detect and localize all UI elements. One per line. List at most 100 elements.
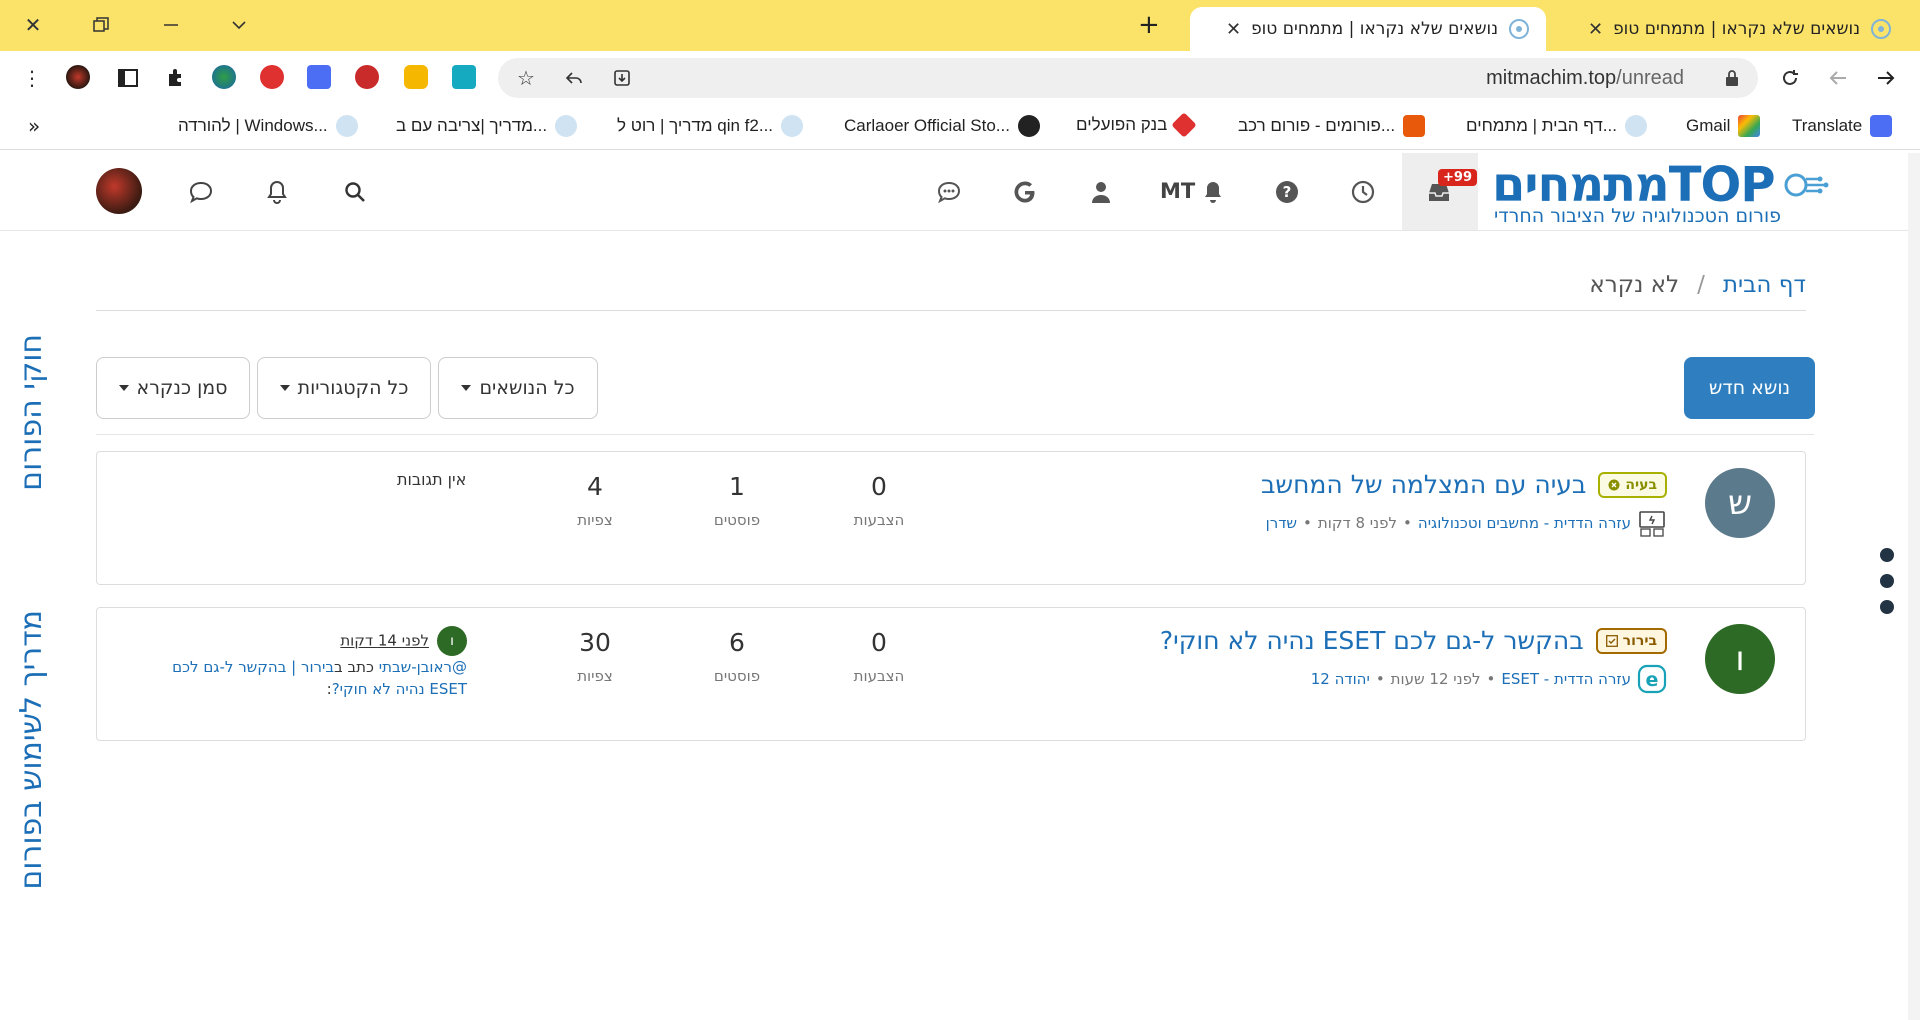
new-topic-button[interactable]: נושא חדש (1684, 357, 1815, 419)
extension-adblock-icon[interactable] (355, 65, 379, 89)
reply-author-avatar[interactable]: ו (437, 626, 467, 656)
topic-author[interactable]: יהודה 12 (1311, 670, 1370, 688)
all-categories-dropdown[interactable]: כל הקטגוריות (257, 357, 431, 419)
user-avatar[interactable] (96, 168, 142, 214)
votes-count: 0 (871, 628, 887, 657)
eset-category-icon: e (1637, 664, 1667, 694)
forum-rules-link[interactable]: חוקי הפורום (14, 334, 49, 491)
topic-category[interactable]: עזרה הדדית - ESET (1501, 670, 1631, 688)
google-g-icon[interactable] (1010, 177, 1040, 207)
site-favicon-icon (1624, 115, 1647, 137)
votes-label: הצבעות (853, 511, 905, 529)
extensions-puzzle-icon[interactable] (162, 64, 190, 92)
forward-arrow-icon[interactable] (1824, 64, 1852, 92)
last-reply-teaser: ולפני 14 דקות @ראובן-שבתי כתב בבירור | ב… (157, 626, 467, 700)
chat-icon[interactable] (186, 177, 216, 207)
alert-bell-icon[interactable] (1198, 177, 1228, 207)
nav-dot[interactable] (1880, 574, 1894, 588)
meta-separator: • (1403, 514, 1412, 532)
page-nav-dots[interactable] (1880, 548, 1894, 626)
computer-category-icon (1637, 508, 1667, 538)
badge-label: בעיה (1625, 476, 1657, 493)
bookmark-item[interactable]: Translate (1792, 115, 1893, 137)
site-favicon-icon (1508, 18, 1530, 40)
tab-inactive[interactable]: נושאים שלא נקראו | מתמחים טופ ✕ (1552, 7, 1908, 51)
breadcrumb-current: לא נקרא (1589, 272, 1680, 298)
extension-globe-icon[interactable] (212, 65, 236, 89)
breadcrumb-separator: / (1697, 272, 1705, 298)
help-question-icon[interactable]: ? (1272, 177, 1302, 207)
topic-row[interactable]: ש בעיה בעיה עם המצלמה של המחשב עזרה הדדי… (96, 451, 1806, 585)
nav-dot[interactable] (1880, 548, 1894, 562)
bookmark-item[interactable]: להורדה | Windows... (178, 115, 358, 137)
tab-search-chevron-icon[interactable] (222, 8, 256, 42)
tab-close-icon[interactable]: ✕ (1588, 19, 1603, 40)
gmail-icon (1738, 115, 1761, 137)
extension-coins-icon[interactable] (404, 65, 428, 89)
menu-kebab-icon[interactable]: ⋮ (18, 64, 46, 92)
address-bar[interactable]: ☆ mitmachim.top/unread (498, 58, 1758, 98)
share-icon[interactable] (560, 64, 588, 92)
topic-title[interactable]: בהקשר ל-גם לכם ESET נהיה לא חוקי? (1160, 626, 1584, 655)
tab-active[interactable]: נושאים שלא נקראו | מתמחים טופ ✕ (1190, 7, 1546, 51)
forum-guide-link[interactable]: מדריך לשימוש בפורום (14, 610, 49, 890)
recent-clock-icon[interactable] (1348, 177, 1378, 207)
posts-stat: 6 פוסטים (687, 628, 787, 685)
topic-title[interactable]: בעיה עם המצלמה של המחשב (1261, 470, 1586, 499)
meta-separator: • (1303, 514, 1312, 532)
minimize-window-icon[interactable] (154, 8, 188, 42)
views-stat: 4 צפיות (545, 472, 645, 529)
extension-z-icon[interactable] (452, 65, 476, 89)
notifications-bell-icon[interactable] (262, 177, 292, 207)
reload-icon[interactable] (1776, 64, 1804, 92)
reply-time-link[interactable]: לפני 14 דקות (340, 632, 429, 650)
bookmark-item[interactable]: מדריך | רוט ל qin f2... (617, 115, 804, 137)
install-app-icon[interactable] (608, 64, 636, 92)
tab-close-icon[interactable]: ✕ (1226, 19, 1241, 40)
user-icon[interactable] (1086, 177, 1116, 207)
topic-author-avatar[interactable]: ו (1705, 624, 1775, 694)
profile-avatar[interactable] (66, 65, 90, 89)
mt-label[interactable]: MT (1160, 179, 1195, 203)
page-scrollbar[interactable] (1908, 153, 1920, 1020)
bookmark-item[interactable]: Gmail (1686, 115, 1761, 137)
bookmark-item[interactable]: בנק הפועלים (1076, 112, 1197, 138)
bookmark-item[interactable]: דף הבית | מתמחים... (1466, 115, 1647, 137)
back-arrow-icon[interactable] (1872, 64, 1900, 92)
bookmark-star-icon[interactable]: ☆ (512, 64, 540, 92)
restore-window-icon[interactable] (84, 8, 118, 42)
extension-red-icon[interactable] (260, 65, 284, 89)
extension-translate-icon[interactable] (307, 65, 331, 89)
reply-user-mention[interactable]: @ראובן-שבתי (379, 658, 467, 676)
meta-separator: • (1486, 670, 1496, 688)
bookmark-item[interactable]: פורומים - פורום רכב... (1238, 115, 1426, 137)
all-topics-dropdown[interactable]: כל הנושאים (438, 357, 598, 419)
url-text[interactable]: mitmachim.top/unread (1486, 67, 1684, 90)
topic-row[interactable]: ו בירור בהקשר ל-גם לכם ESET נהיה לא חוקי… (96, 607, 1806, 741)
all-topics-label: כל הנושאים (479, 377, 575, 399)
close-window-icon[interactable]: ✕ (16, 8, 50, 42)
chat-dots-icon[interactable] (934, 177, 964, 207)
views-count: 4 (587, 472, 603, 501)
topic-category[interactable]: עזרה הדדית - מחשבים וטכנולוגיה (1418, 514, 1631, 532)
status-badge[interactable]: בירור (1595, 627, 1667, 654)
topic-author[interactable]: שדרן (1266, 514, 1297, 532)
lock-icon[interactable] (1718, 64, 1746, 92)
topic-author-avatar[interactable]: ש (1705, 468, 1775, 538)
status-badge[interactable]: בעיה (1598, 471, 1667, 498)
posts-label: פוסטים (713, 511, 761, 529)
breadcrumb: דף הבית / לא נקרא (1589, 272, 1806, 298)
breadcrumb-home[interactable]: דף הבית (1723, 272, 1806, 298)
svg-text:e: e (1646, 669, 1659, 691)
bookmarks-overflow-button[interactable]: » (28, 114, 40, 138)
nav-dot[interactable] (1880, 600, 1894, 614)
sidebar-icon[interactable] (114, 64, 142, 92)
reply-wrote-text: כתב ב (334, 658, 374, 676)
bookmark-item[interactable]: Carlaoer Official Sto... (844, 115, 1040, 137)
caret-down-icon (279, 385, 290, 391)
close-circle-icon (1608, 479, 1620, 491)
bookmark-item[interactable]: מדריך |צריבה עם ב... (396, 115, 578, 137)
search-icon[interactable] (340, 177, 370, 207)
mark-read-dropdown[interactable]: סמן כנקרא (96, 357, 250, 419)
new-tab-button[interactable]: + (1138, 10, 1160, 40)
